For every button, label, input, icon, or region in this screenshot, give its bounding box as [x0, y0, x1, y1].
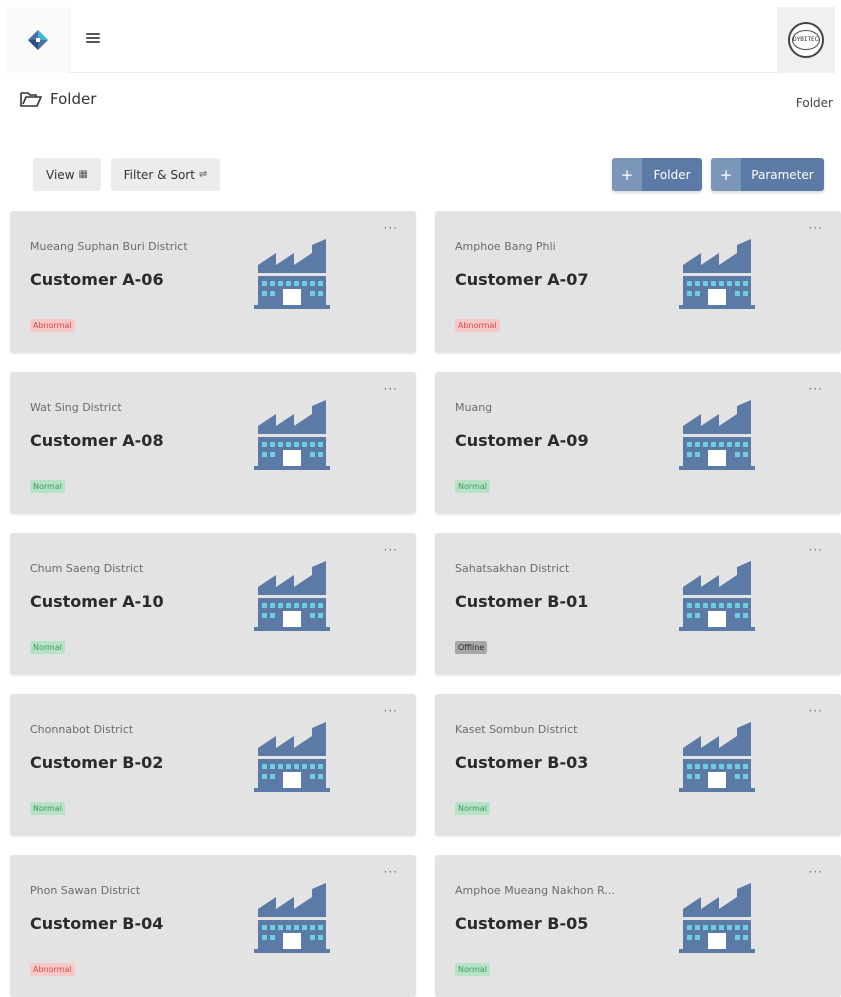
card-location: Amphoe Mueang Nakhon R...	[455, 884, 615, 897]
factory-icon	[679, 400, 755, 470]
add-folder-label: Folder	[653, 167, 691, 182]
status-badge: Abnormal	[30, 319, 75, 332]
more-options-icon[interactable]: ···	[809, 704, 823, 718]
folder-card[interactable]: Phon Sawan District Customer B-04 Abnorm…	[10, 855, 416, 997]
factory-icon	[254, 400, 330, 470]
folder-card[interactable]: Muang Customer A-09 Normal ···	[435, 372, 841, 514]
add-folder-button[interactable]: + Folder	[612, 158, 702, 191]
view-button[interactable]: View ▦	[33, 158, 101, 191]
status-badge: Normal	[455, 963, 490, 976]
card-location: Kaset Sombun District	[455, 723, 578, 736]
card-location: Muang	[455, 401, 493, 414]
sliders-icon: ⇌	[198, 169, 208, 180]
more-options-icon[interactable]: ···	[384, 543, 398, 557]
more-options-icon[interactable]: ···	[384, 221, 398, 235]
hamburger-icon[interactable]	[86, 31, 100, 45]
filter-sort-label: Filter & Sort	[123, 167, 195, 182]
app-logo[interactable]	[6, 7, 70, 73]
status-badge: Normal	[455, 802, 490, 815]
more-options-icon[interactable]: ···	[809, 221, 823, 235]
folder-card[interactable]: Amphoe Mueang Nakhon R... Customer B-05 …	[435, 855, 841, 997]
more-options-icon[interactable]: ···	[809, 382, 823, 396]
more-options-icon[interactable]: ···	[384, 382, 398, 396]
folder-card[interactable]: Wat Sing District Customer A-08 Normal ·…	[10, 372, 416, 514]
folder-card[interactable]: Mueang Suphan Buri District Customer A-0…	[10, 211, 416, 353]
folder-card[interactable]: Chonnabot District Customer B-02 Normal …	[10, 694, 416, 836]
factory-icon	[254, 239, 330, 309]
card-location: Amphoe Bang Phli	[455, 240, 556, 253]
folder-card[interactable]: Kaset Sombun District Customer B-03 Norm…	[435, 694, 841, 836]
factory-icon	[254, 883, 330, 953]
page-header: Folder	[20, 90, 96, 108]
card-title: Customer A-06	[30, 270, 164, 289]
more-options-icon[interactable]: ···	[384, 704, 398, 718]
avatar-logo-text: DYBITECH	[792, 30, 820, 50]
status-badge: Abnormal	[30, 963, 75, 976]
factory-icon	[679, 883, 755, 953]
factory-icon	[254, 722, 330, 792]
more-options-icon[interactable]: ···	[384, 865, 398, 879]
card-title: Customer B-01	[455, 592, 589, 611]
page-title: Folder	[50, 90, 97, 108]
factory-icon	[679, 239, 755, 309]
factory-icon	[679, 722, 755, 792]
folder-card[interactable]: Sahatsakhan District Customer B-01 Offli…	[435, 533, 841, 675]
logo-icon	[27, 30, 48, 50]
plus-icon: +	[612, 158, 642, 191]
add-parameter-button[interactable]: + Parameter	[711, 158, 824, 191]
folder-card[interactable]: Amphoe Bang Phli Customer A-07 Abnormal …	[435, 211, 841, 353]
breadcrumb[interactable]: Folder	[796, 96, 833, 110]
top-navbar: DYBITECH	[6, 7, 835, 73]
filter-sort-button[interactable]: Filter & Sort ⇌	[111, 158, 220, 191]
card-title: Customer A-07	[455, 270, 589, 289]
card-location: Sahatsakhan District	[455, 562, 570, 575]
folder-card[interactable]: Chum Saeng District Customer A-10 Normal…	[10, 533, 416, 675]
view-button-label: View	[46, 167, 75, 182]
factory-icon	[679, 561, 755, 631]
card-title: Customer A-08	[30, 431, 164, 450]
status-badge: Abnormal	[455, 319, 500, 332]
folder-icon	[20, 92, 42, 107]
avatar[interactable]: DYBITECH	[788, 22, 824, 58]
add-parameter-label: Parameter	[751, 167, 814, 182]
card-location: Mueang Suphan Buri District	[30, 240, 188, 253]
card-title: Customer B-03	[455, 753, 589, 772]
factory-icon	[254, 561, 330, 631]
card-title: Customer A-10	[30, 592, 164, 611]
plus-icon: +	[711, 158, 741, 191]
card-title: Customer B-05	[455, 914, 589, 933]
card-title: Customer B-04	[30, 914, 164, 933]
card-title: Customer A-09	[455, 431, 589, 450]
card-location: Phon Sawan District	[30, 884, 141, 897]
status-badge: Normal	[30, 480, 65, 493]
status-badge: Normal	[30, 802, 65, 815]
more-options-icon[interactable]: ···	[809, 865, 823, 879]
card-location: Wat Sing District	[30, 401, 122, 414]
user-avatar-container[interactable]: DYBITECH	[777, 7, 835, 73]
card-location: Chonnabot District	[30, 723, 134, 736]
more-options-icon[interactable]: ···	[809, 543, 823, 557]
grid-icon: ▦	[78, 169, 88, 180]
status-badge: Offline	[455, 641, 488, 654]
status-badge: Normal	[455, 480, 490, 493]
card-title: Customer B-02	[30, 753, 164, 772]
card-location: Chum Saeng District	[30, 562, 144, 575]
status-badge: Normal	[30, 641, 65, 654]
